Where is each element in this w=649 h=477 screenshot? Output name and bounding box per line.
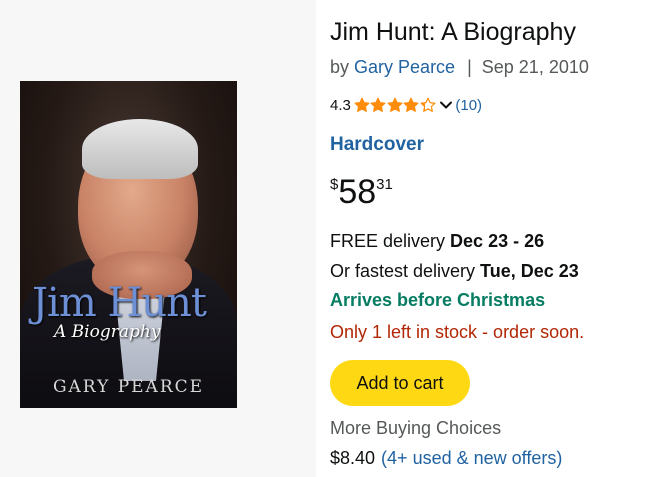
cover-author: GARY PEARCE <box>52 377 205 397</box>
publish-date: Sep 21, 2010 <box>481 57 589 77</box>
star-icon <box>387 97 403 112</box>
rating-count-link[interactable]: (10) <box>455 97 482 114</box>
cover-subtitle: A Biography <box>54 322 161 342</box>
star-icon <box>420 97 436 112</box>
star-icon <box>403 97 419 112</box>
fastest-delivery-label: Or fastest delivery <box>330 261 481 281</box>
stock-status: Only 1 left in stock - order soon. <box>330 322 585 342</box>
free-delivery-dates: Dec 23 - 26 <box>450 231 545 251</box>
product-image-panel: Jim Hunt A Biography GARY PEARCE <box>0 0 316 477</box>
price-whole: 58 <box>338 173 377 211</box>
used-price: $8.40 <box>330 448 376 468</box>
star-rating[interactable] <box>354 97 437 113</box>
price-symbol: $ <box>330 176 339 193</box>
by-label: by <box>330 57 350 77</box>
fastest-delivery-date: Tue, Dec 23 <box>480 261 579 281</box>
offers-link[interactable]: (4+ used & new offers) <box>381 448 562 468</box>
cover-title: Jim Hunt <box>32 280 207 326</box>
christmas-badge: Arrives before Christmas <box>330 290 546 310</box>
fastest-delivery: Or fastest delivery Tue, Dec 23 <box>330 261 579 282</box>
chevron-down-icon[interactable] <box>438 97 454 113</box>
price: $5831 <box>330 172 393 212</box>
used-offers: $8.40 (4+ used & new offers) <box>330 448 562 469</box>
price-fraction: 31 <box>376 176 393 193</box>
add-to-cart-button[interactable]: Add to cart <box>330 360 470 406</box>
cover-hair <box>82 119 198 179</box>
book-cover-image[interactable]: Jim Hunt A Biography GARY PEARCE <box>20 81 237 408</box>
author-link[interactable]: Gary Pearce <box>354 57 455 77</box>
star-icon <box>370 97 386 112</box>
product-title[interactable]: Jim Hunt: A Biography <box>330 18 576 47</box>
more-buying-choices: More Buying Choices <box>330 418 502 438</box>
free-delivery-label: FREE delivery <box>330 231 451 251</box>
rating-row: 4.3 (10) <box>330 95 482 115</box>
free-delivery: FREE delivery Dec 23 - 26 <box>330 231 544 252</box>
byline: by Gary Pearce | Sep 21, 2010 <box>330 57 589 78</box>
star-icon <box>354 97 370 112</box>
byline-separator: | <box>467 57 472 77</box>
format-label[interactable]: Hardcover <box>330 134 424 156</box>
rating-value: 4.3 <box>330 96 351 114</box>
